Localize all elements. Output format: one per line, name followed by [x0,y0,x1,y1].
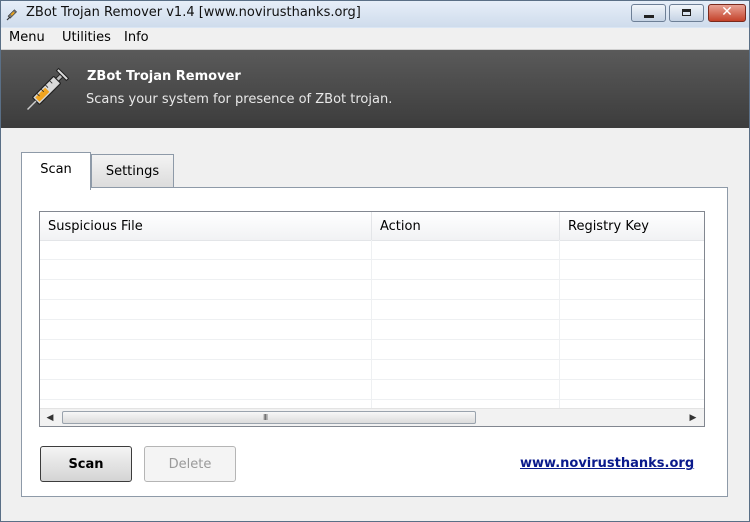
tab-settings-label: Settings [105,164,160,179]
main-content: Scan Settings Suspicious File Action Reg… [1,128,749,521]
column-divider [371,240,372,408]
tab-scan[interactable]: Scan [21,152,91,190]
table-row [40,380,704,400]
table-header: Suspicious File Action Registry Key [40,212,704,241]
scrollbar-thumb[interactable]: III [62,411,476,424]
table-body [40,240,704,408]
table-row [40,280,704,300]
column-header-registry-key[interactable]: Registry Key [560,212,704,240]
title-bar[interactable]: ZBot Trojan Remover v1.4 [www.novirustha… [1,1,749,27]
window-title: ZBot Trojan Remover v1.4 [www.novirustha… [26,5,361,20]
syringe-icon [6,9,17,21]
menu-item-utilities[interactable]: Utilities [60,30,113,45]
header-banner: ZBot Trojan Remover Scans your system fo… [1,50,749,128]
maximize-icon [682,9,691,16]
website-link[interactable]: www.novirusthanks.org [520,456,694,471]
menu-bar: Menu Utilities Info [1,28,749,50]
close-icon: ✕ [721,4,733,20]
tab-scan-label: Scan [40,162,72,177]
app-window: ZBot Trojan Remover v1.4 [www.novirustha… [0,0,750,522]
syringe-icon [26,67,70,111]
grip-icon: III [263,413,268,422]
horizontal-scrollbar[interactable]: ◀ III ▶ [40,408,704,426]
menu-item-menu[interactable]: Menu [7,30,47,45]
scroll-left-icon[interactable]: ◀ [42,410,58,426]
scan-button[interactable]: Scan [40,446,132,482]
table-row [40,300,704,320]
banner-title: ZBot Trojan Remover [87,69,241,84]
delete-button[interactable]: Delete [144,446,236,482]
minimize-button[interactable] [631,4,666,22]
table-row [40,240,704,260]
results-table[interactable]: Suspicious File Action Registry Key ◀ II… [39,211,705,427]
table-row [40,340,704,360]
column-divider [559,240,560,408]
maximize-button[interactable] [669,4,704,22]
table-row [40,320,704,340]
banner-subtitle: Scans your system for presence of ZBot t… [86,92,393,107]
scroll-right-icon[interactable]: ▶ [685,410,701,426]
column-header-suspicious-file[interactable]: Suspicious File [40,212,372,240]
menu-item-info[interactable]: Info [122,30,151,45]
minimize-icon [644,15,654,18]
table-row [40,360,704,380]
close-button[interactable]: ✕ [708,4,746,22]
tab-settings[interactable]: Settings [91,154,174,187]
column-header-action[interactable]: Action [372,212,560,240]
table-row [40,260,704,280]
